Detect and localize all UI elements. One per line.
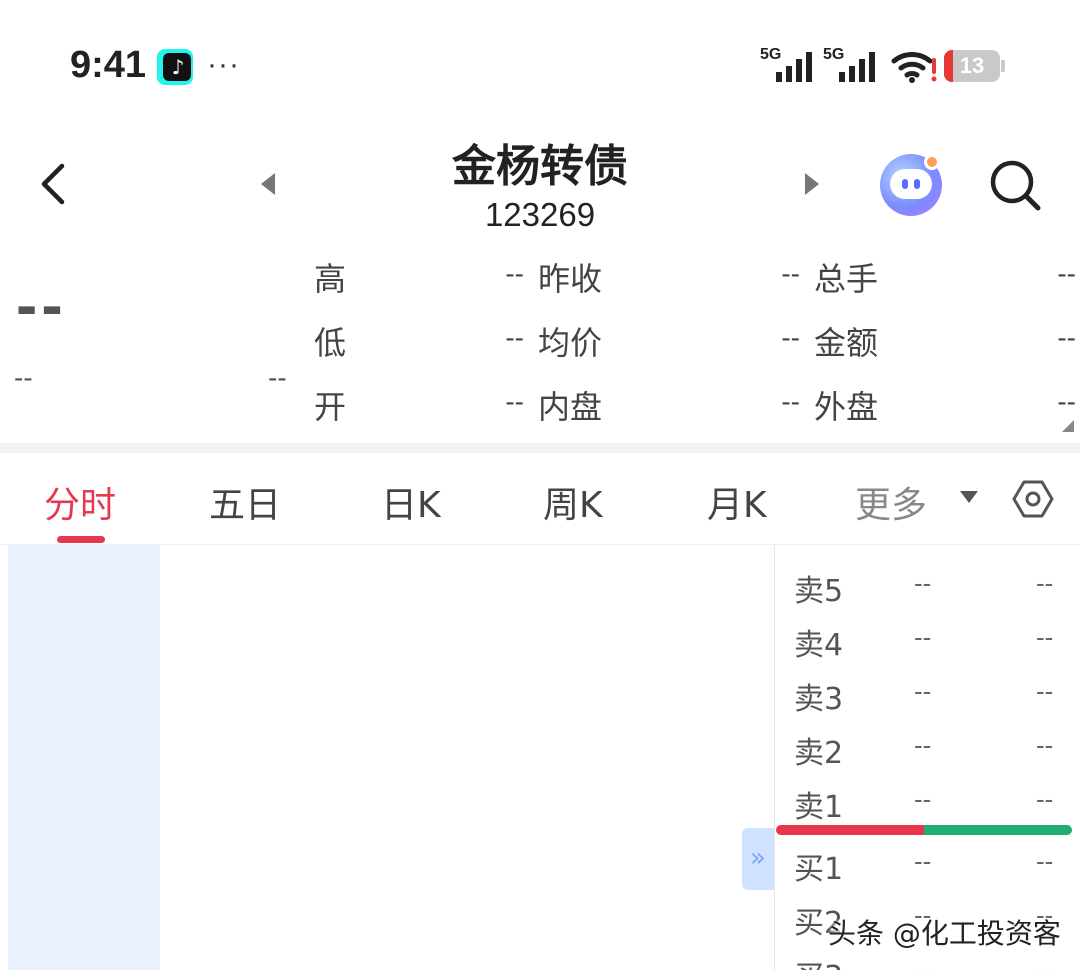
watermark: 头条 @化工投资客	[828, 917, 1061, 950]
intraday-chart[interactable]	[8, 545, 774, 970]
sell-volume: --	[1036, 676, 1054, 706]
search-icon[interactable]	[986, 156, 1044, 214]
battery-level: 13	[959, 53, 985, 78]
tab-five-day[interactable]: 五日	[209, 476, 281, 528]
stat-label: 金额	[814, 324, 879, 362]
expand-quote-corner-icon[interactable]	[1062, 420, 1074, 432]
chevron-down-icon[interactable]	[960, 491, 978, 503]
sell-price: --	[914, 622, 932, 652]
order-book-row: 卖4 -- --	[776, 612, 1080, 666]
stock-title: 金杨转债	[452, 141, 628, 192]
buy-price: --	[914, 954, 932, 970]
order-book-row: 卖3 -- --	[776, 666, 1080, 720]
sell-level-label: 卖1	[794, 790, 844, 825]
section-divider	[0, 443, 1080, 453]
stat-label: 内盘	[538, 388, 603, 426]
order-book-divider	[774, 545, 775, 970]
tab-monthly-k[interactable]: 月K	[707, 476, 767, 528]
stat-value: --	[505, 386, 524, 417]
tab-weekly-k[interactable]: 周K	[543, 476, 603, 528]
buy-level-label: 买1	[794, 852, 844, 887]
tab-intraday[interactable]: 分时	[44, 476, 116, 528]
stat-value: --	[781, 386, 800, 417]
sell-price: --	[914, 568, 932, 598]
tab-daily-k[interactable]: 日K	[381, 476, 441, 528]
sell-price: --	[914, 784, 932, 814]
price-change-percent: --	[268, 362, 287, 393]
order-book-row: 卖1 -- --	[776, 774, 1080, 828]
wifi-icon	[891, 52, 937, 83]
sell-level-label: 卖2	[794, 736, 844, 771]
stat-value: --	[1057, 258, 1076, 289]
gear-icon[interactable]	[1012, 478, 1054, 520]
status-bar: 9:41 ♪ ··· 5G 5G 13	[0, 0, 1080, 120]
tab-more[interactable]: 更多	[855, 476, 927, 528]
buy-sell-ratio-bar	[776, 825, 1072, 835]
stat-value: --	[1057, 386, 1076, 417]
battery-icon: 13	[944, 50, 1000, 82]
order-book-row: 买1 -- --	[776, 836, 1080, 890]
clock: 9:41	[70, 44, 147, 86]
sell-level-label: 卖4	[794, 628, 844, 663]
sell-volume: --	[1036, 784, 1054, 814]
tiktok-icon: ♪	[157, 49, 193, 85]
sell-ratio-fill	[776, 825, 924, 835]
stat-label: 昨收	[538, 260, 603, 298]
prev-stock-icon[interactable]	[257, 171, 277, 197]
order-book-row: 卖5 -- --	[776, 558, 1080, 612]
stat-label: 外盘	[814, 388, 879, 426]
sell-volume: --	[1036, 730, 1054, 760]
buy-level-label: 买3	[794, 952, 843, 970]
sell-volume: --	[1036, 622, 1054, 652]
stock-code: 123269	[484, 196, 596, 233]
active-tab-indicator	[57, 536, 105, 543]
stat-label: 开	[314, 388, 347, 426]
stat-label: 均价	[538, 324, 603, 362]
sell-price: --	[914, 730, 932, 760]
current-price: --	[16, 269, 67, 341]
stat-value: --	[505, 258, 524, 289]
stat-value: --	[505, 322, 524, 353]
price-change: --	[14, 362, 33, 393]
sell-level-label: 卖5	[794, 574, 844, 609]
next-stock-icon[interactable]	[803, 171, 823, 197]
more-notifications-icon: ···	[207, 48, 240, 81]
expand-order-book-button[interactable]: »	[742, 828, 774, 890]
back-icon[interactable]	[36, 160, 76, 208]
pre-market-shade	[8, 545, 160, 970]
buy-price: --	[914, 846, 932, 876]
battery-tip	[1001, 60, 1005, 72]
stat-label: 低	[314, 324, 347, 362]
assistant-bot-icon[interactable]	[880, 154, 942, 216]
sell-price: --	[914, 676, 932, 706]
sell-volume: --	[1036, 568, 1054, 598]
stat-label: 总手	[814, 260, 879, 298]
stat-value: --	[1057, 322, 1076, 353]
stat-value: --	[781, 258, 800, 289]
buy-volume: --	[1036, 954, 1054, 970]
stat-label: 高	[314, 260, 347, 298]
buy-ratio-fill	[924, 825, 1072, 835]
order-book-row: 卖2 -- --	[776, 720, 1080, 774]
sell-level-label: 卖3	[794, 682, 844, 717]
stat-value: --	[781, 322, 800, 353]
buy-volume: --	[1036, 846, 1054, 876]
